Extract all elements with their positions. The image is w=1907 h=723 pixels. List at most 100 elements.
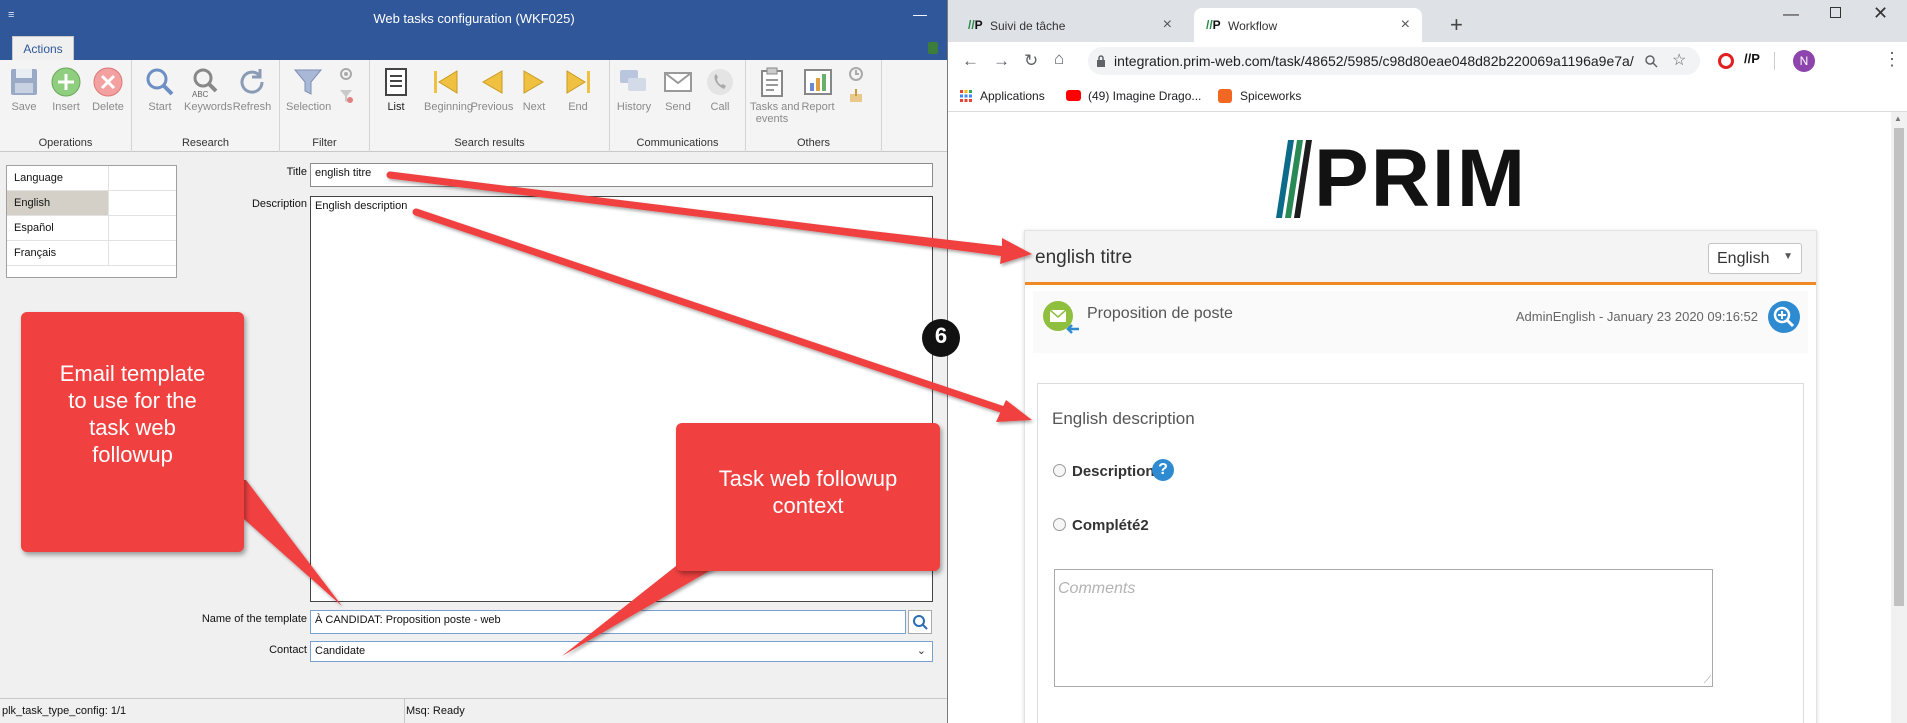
scrollbar-thumb[interactable] bbox=[1894, 128, 1904, 606]
reload-icon[interactable]: ↻ bbox=[1024, 51, 1038, 71]
home-icon[interactable]: ⌂ bbox=[1054, 49, 1064, 69]
profile-avatar[interactable]: N bbox=[1793, 50, 1815, 72]
zoom-icon[interactable] bbox=[1644, 54, 1658, 68]
tab-actions[interactable]: Actions bbox=[12, 36, 74, 60]
save-button[interactable]: Save bbox=[2, 66, 46, 113]
task-meta: AdminEnglish - January 23 2020 09:16:52 bbox=[1515, 309, 1758, 324]
clear-filter-icon[interactable] bbox=[338, 88, 354, 104]
prim-favicon-icon: //P bbox=[1206, 18, 1221, 32]
maximize-icon[interactable] bbox=[1830, 7, 1841, 18]
delete-icon bbox=[93, 67, 123, 97]
option-complete2-label: Complété2 bbox=[1072, 517, 1149, 534]
language-header: Language bbox=[7, 166, 176, 191]
template-search-button[interactable] bbox=[908, 610, 932, 634]
list-button[interactable]: List bbox=[374, 66, 418, 113]
next-button[interactable]: Next bbox=[512, 66, 556, 113]
url-input[interactable]: integration.prim-web.com/task/48652/5985… bbox=[1088, 47, 1700, 75]
ribbon-group-research: Start ABC Keywords Refresh Research bbox=[132, 60, 280, 152]
back-icon[interactable]: ← bbox=[962, 51, 979, 71]
web-page: PRIM english titre English ▼ Proposition… bbox=[948, 112, 1907, 723]
status-bar: plk_task_type_config: 1/1 Msq: Ready bbox=[0, 698, 947, 723]
apps-grid-icon bbox=[960, 90, 972, 102]
minimize-icon[interactable]: — bbox=[1783, 6, 1799, 24]
task-row: Proposition de poste AdminEnglish - Janu… bbox=[1033, 291, 1808, 353]
radio-description[interactable] bbox=[1053, 464, 1066, 477]
save-icon bbox=[11, 69, 37, 95]
clock-icon[interactable] bbox=[848, 66, 864, 82]
close-tab-icon[interactable]: × bbox=[1163, 16, 1172, 34]
zoom-button[interactable] bbox=[1768, 301, 1800, 333]
keywords-button[interactable]: ABC Keywords bbox=[184, 66, 232, 113]
radio-complete2[interactable] bbox=[1053, 518, 1066, 531]
ribbon-group-communications: History Send Call Communications bbox=[610, 60, 746, 152]
selection-button[interactable]: Selection bbox=[286, 66, 331, 113]
task-card-header: english titre English ▼ bbox=[1025, 231, 1816, 285]
language-item-espanol[interactable]: Español bbox=[7, 216, 176, 241]
lock-icon bbox=[1097, 55, 1105, 67]
filter-settings-icon[interactable] bbox=[338, 66, 354, 82]
export-icon[interactable] bbox=[848, 88, 864, 104]
svg-text:ABC: ABC bbox=[192, 90, 209, 98]
previous-icon bbox=[482, 70, 503, 94]
send-button[interactable]: Send bbox=[656, 66, 700, 113]
caret-down-icon: ▼ bbox=[1783, 251, 1793, 262]
bookmark-spiceworks[interactable]: Spiceworks bbox=[1218, 89, 1301, 103]
contact-value: Candidate bbox=[315, 645, 366, 657]
language-select[interactable]: English ▼ bbox=[1708, 243, 1802, 274]
close-icon[interactable]: ✕ bbox=[1873, 3, 1888, 24]
start-button[interactable]: Start bbox=[138, 66, 182, 113]
mail-icon bbox=[664, 72, 692, 92]
prim-favicon-icon: //P bbox=[968, 18, 983, 32]
description-heading: English description bbox=[1052, 409, 1195, 428]
option-description-label: Description bbox=[1072, 463, 1155, 480]
step-number: 6 bbox=[934, 323, 948, 348]
app-title-bar: ≡ Web tasks configuration (WKF025) — bbox=[0, 0, 947, 36]
bookmark-applications[interactable]: Applications bbox=[960, 89, 1045, 103]
browser-menu-icon[interactable]: ⋮ bbox=[1883, 49, 1901, 70]
new-tab-icon[interactable]: + bbox=[1450, 12, 1463, 38]
language-item-francais[interactable]: Français bbox=[7, 241, 176, 266]
comments-textarea[interactable]: Comments ⟋ bbox=[1054, 569, 1713, 687]
delete-button[interactable]: Delete bbox=[86, 66, 130, 113]
forward-icon[interactable]: → bbox=[993, 51, 1010, 71]
template-label: Name of the template bbox=[201, 613, 307, 625]
page-scrollbar[interactable]: ▲ bbox=[1891, 112, 1907, 723]
end-button[interactable]: End bbox=[556, 66, 600, 113]
beginning-button[interactable]: Beginning bbox=[424, 66, 473, 113]
template-field[interactable]: À CANDIDAT: Proposition poste - web bbox=[310, 610, 906, 634]
history-button[interactable]: History bbox=[612, 66, 656, 113]
bookmark-youtube[interactable]: (49) Imagine Drago... bbox=[1066, 89, 1201, 103]
refresh-button[interactable]: Refresh bbox=[230, 66, 274, 113]
report-button[interactable]: Report bbox=[796, 66, 840, 113]
bookmark-star-icon[interactable]: ☆ bbox=[1672, 50, 1686, 70]
previous-button[interactable]: Previous bbox=[470, 66, 514, 113]
status-indicator-icon bbox=[928, 42, 938, 54]
language-item-english[interactable]: English bbox=[7, 191, 176, 216]
title-field[interactable]: english titre bbox=[310, 163, 933, 187]
insert-button[interactable]: Insert bbox=[44, 66, 88, 113]
resize-handle-icon[interactable]: ⟋ bbox=[1704, 675, 1711, 686]
prim-logo: PRIM bbox=[1276, 133, 1566, 224]
tab-workflow[interactable]: //P Workflow × bbox=[1194, 8, 1422, 42]
help-icon[interactable]: ? bbox=[1152, 459, 1174, 481]
contact-select[interactable]: Candidate ⌄ bbox=[310, 641, 933, 662]
history-icon bbox=[620, 70, 646, 91]
prim-extension-icon[interactable]: //P bbox=[1744, 51, 1760, 66]
call-button[interactable]: Call bbox=[698, 66, 742, 113]
clipboard-icon bbox=[761, 67, 783, 97]
app-title: Web tasks configuration (WKF025) bbox=[373, 11, 575, 26]
description-panel: English description Description ? Complé… bbox=[1037, 383, 1804, 723]
minimize-icon[interactable]: — bbox=[913, 6, 927, 22]
refresh-icon bbox=[240, 69, 264, 94]
contact-label: Contact bbox=[269, 644, 307, 656]
scroll-up-icon[interactable]: ▲ bbox=[1894, 114, 1902, 123]
close-tab-icon[interactable]: × bbox=[1401, 16, 1410, 34]
browser-window: //P Suivi de tâche × //P Workflow × + — … bbox=[948, 0, 1907, 723]
ribbon: Save Insert Delete Operations Start ABC … bbox=[0, 60, 947, 152]
tab-suivi-de-tache[interactable]: //P Suivi de tâche × bbox=[956, 8, 1184, 42]
tasks-and-events-button[interactable]: Tasks and events bbox=[750, 66, 800, 125]
language-list: Language English Español Français bbox=[6, 165, 177, 278]
opera-extension-icon[interactable] bbox=[1718, 53, 1734, 69]
next-icon bbox=[523, 70, 544, 94]
comments-placeholder: Comments bbox=[1058, 580, 1136, 597]
